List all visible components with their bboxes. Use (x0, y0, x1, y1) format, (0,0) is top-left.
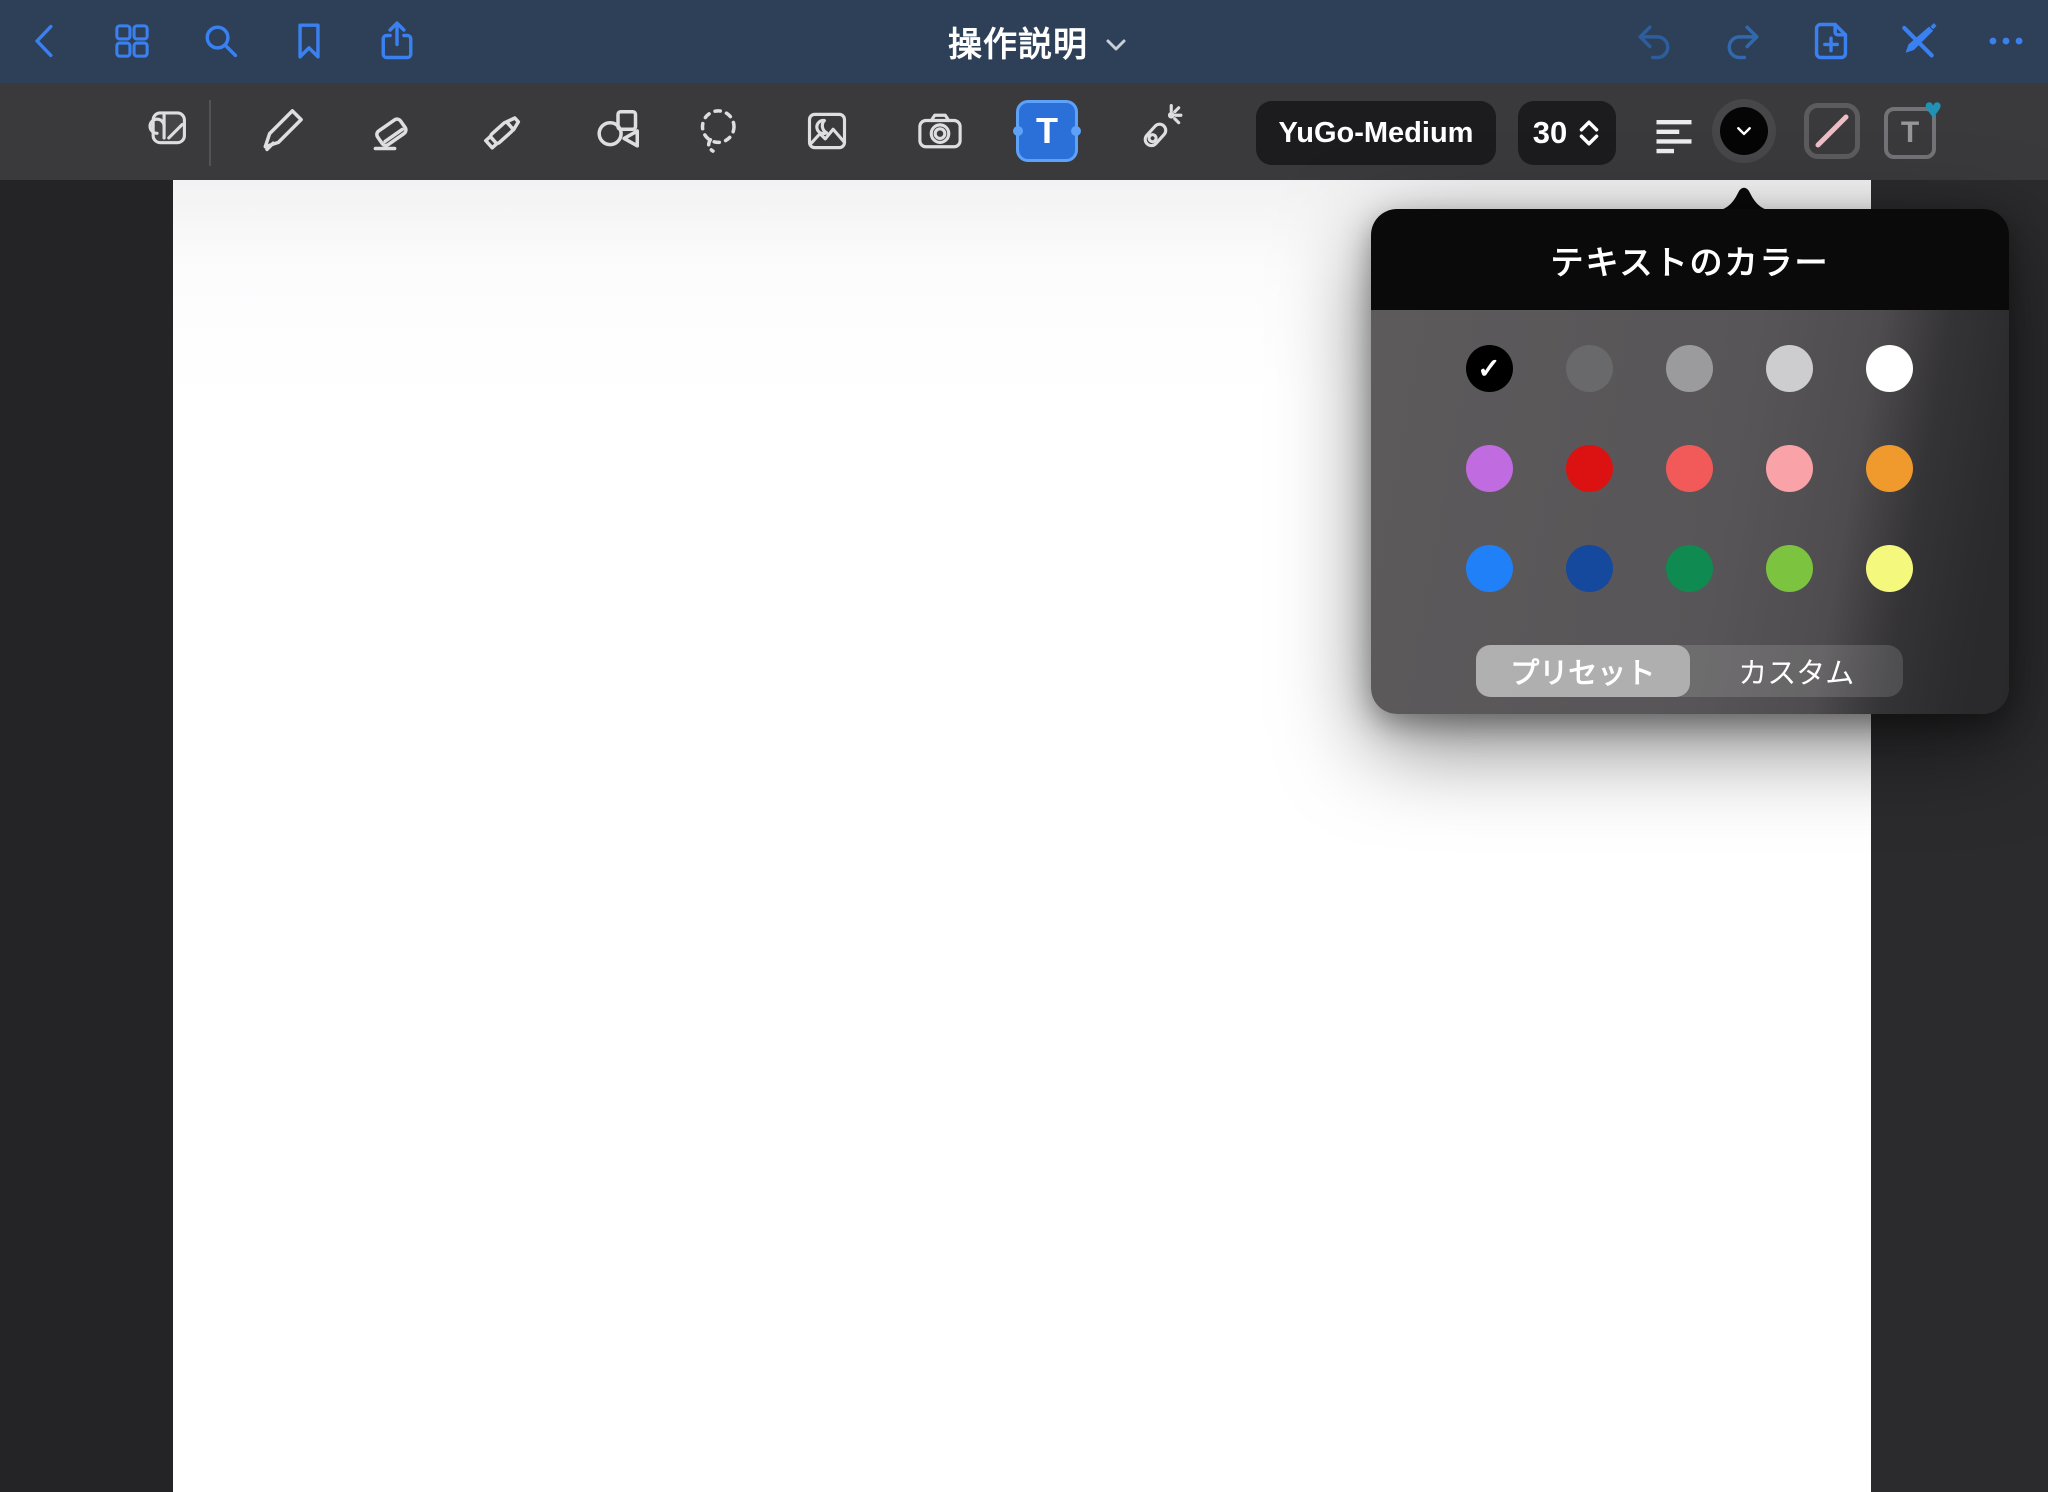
heart-icon: ♥ (1924, 95, 1942, 125)
color-swatch-grid: ✓ (1439, 318, 1939, 618)
swatch-red[interactable] (1566, 445, 1613, 492)
back-icon (24, 19, 68, 63)
favorite-text-style-button[interactable]: T ♥ (1884, 107, 1936, 159)
tool-shapes[interactable] (590, 103, 646, 159)
add-page-icon (1809, 19, 1853, 63)
page-title: 操作説明 (948, 17, 1088, 66)
bookmark-button[interactable] (287, 19, 331, 63)
stroke-sample-icon (1809, 108, 1855, 154)
swatch-dark-gray[interactable] (1566, 345, 1613, 392)
text-box-style-button[interactable] (1804, 103, 1860, 159)
thumbnails-grid-icon (110, 19, 154, 63)
swatch-coral[interactable] (1666, 445, 1713, 492)
collapse-toolbar-button[interactable] (140, 99, 196, 155)
popover-header: テキストのカラー (1371, 209, 2009, 310)
search-icon (199, 19, 243, 63)
shapes-icon (590, 103, 646, 159)
tool-highlighter[interactable] (475, 103, 531, 159)
more-button[interactable] (1984, 19, 2028, 63)
tab-custom[interactable]: カスタム (1690, 645, 1904, 697)
image-icon (799, 103, 855, 159)
style-glyph: T (1901, 116, 1919, 150)
more-ellipsis-icon (1984, 19, 2028, 63)
tool-eraser[interactable] (364, 103, 420, 159)
bookmark-icon (287, 19, 331, 63)
text-color-button[interactable] (1712, 99, 1776, 163)
swatch-purple[interactable] (1466, 445, 1513, 492)
font-size-value: 30 (1533, 115, 1567, 151)
camera-icon (912, 103, 968, 159)
tool-image[interactable] (799, 103, 855, 159)
lasso-icon (692, 103, 748, 159)
swatch-black[interactable]: ✓ (1466, 345, 1513, 392)
share-button[interactable] (375, 19, 419, 63)
selection-handle-right (1071, 126, 1081, 136)
redo-icon (1721, 19, 1765, 63)
popover-arrow (1712, 181, 1776, 211)
undo-button[interactable] (1632, 19, 1676, 63)
collapse-toolbar-icon (143, 102, 193, 152)
swatch-blue[interactable] (1466, 545, 1513, 592)
text-color-popover: テキストのカラー ✓ プリセット カスタム (1371, 209, 2009, 714)
toolbar: T YuGo-Medium 30 (0, 83, 2048, 180)
document-title-button[interactable]: 操作説明 (948, 0, 1128, 83)
text-tool-glyph: T (1036, 110, 1058, 152)
font-family-label: YuGo-Medium (1279, 117, 1474, 150)
canvas-margin-left (0, 180, 173, 1492)
end-editing-button[interactable] (1896, 19, 1940, 63)
tool-pen[interactable] (253, 103, 309, 159)
tool-laser-pointer[interactable] (1131, 103, 1187, 159)
pen-icon (253, 103, 309, 159)
swatch-green[interactable] (1666, 545, 1713, 592)
tab-preset[interactable]: プリセット (1476, 645, 1690, 697)
selection-handle-left (1013, 126, 1023, 136)
font-family-button[interactable]: YuGo-Medium (1256, 101, 1496, 165)
popover-body: ✓ プリセット カスタム (1371, 310, 2009, 714)
popover-title: テキストのカラー (1550, 236, 1829, 284)
tool-text[interactable]: T (1016, 100, 1078, 162)
chevron-down-icon (1735, 125, 1753, 138)
add-page-button[interactable] (1809, 19, 1853, 63)
swatch-lime[interactable] (1766, 545, 1813, 592)
current-color-swatch (1720, 107, 1768, 155)
eraser-icon (364, 103, 420, 159)
text-align-button[interactable] (1646, 109, 1702, 165)
check-icon: ✓ (1477, 352, 1500, 385)
redo-button[interactable] (1721, 19, 1765, 63)
thumbnails-button[interactable] (110, 19, 154, 63)
tool-lasso[interactable] (692, 103, 748, 159)
swatch-orange[interactable] (1866, 445, 1913, 492)
swatch-navy[interactable] (1566, 545, 1613, 592)
pen-off-icon (1896, 19, 1940, 63)
preset-custom-segmented-control: プリセット カスタム (1476, 645, 1903, 697)
swatch-pink[interactable] (1766, 445, 1813, 492)
search-button[interactable] (199, 19, 243, 63)
tool-camera[interactable] (912, 103, 968, 159)
back-button[interactable] (24, 19, 68, 63)
laser-pointer-icon (1131, 103, 1187, 159)
swatch-yellow[interactable] (1866, 545, 1913, 592)
share-icon (375, 19, 419, 63)
stepper-chevrons-icon (1577, 119, 1601, 147)
navbar: 操作説明 (0, 0, 2048, 83)
swatch-white[interactable] (1866, 345, 1913, 392)
toolbar-divider (209, 100, 211, 166)
font-size-stepper[interactable]: 30 (1518, 101, 1616, 165)
align-left-icon (1646, 109, 1702, 165)
swatch-light-gray[interactable] (1766, 345, 1813, 392)
swatch-gray[interactable] (1666, 345, 1713, 392)
highlighter-icon (475, 103, 531, 159)
chevron-down-icon (1104, 37, 1128, 53)
goodnotes-app: 操作説明 (0, 0, 2048, 1492)
undo-icon (1632, 19, 1676, 63)
